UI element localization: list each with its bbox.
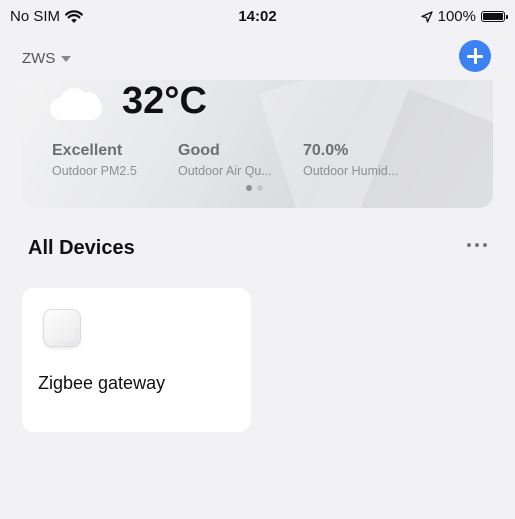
battery-percent: 100% [437,8,476,25]
page-indicator[interactable] [246,185,263,191]
cloud-icon [50,88,104,120]
status-right: 100% [420,8,508,25]
status-bar: No SIM 14:02 100% [0,0,515,34]
metric-pm25: Excellent Outdoor PM2.5 [52,142,137,178]
weather-card[interactable]: 32°C Excellent Outdoor PM2.5 Good Outdoo… [22,80,493,208]
more-dot-icon [475,243,479,247]
temperature: 32°C [122,80,207,122]
add-device-button[interactable] [459,40,491,72]
metric-humidity: 70.0% Outdoor Humid... [303,142,398,178]
device-name: Zigbee gateway [38,373,166,393]
metric-value: Good [178,142,220,159]
page-dot [257,185,263,191]
metric-air-quality: Good Outdoor Air Qu... [178,142,272,178]
caret-down-icon [61,55,72,62]
metric-label: Outdoor PM2.5 [52,164,137,178]
more-dot-icon [483,243,487,247]
metric-value: Excellent [52,142,123,159]
zigbee-gateway-icon [44,310,80,346]
battery-icon [481,11,508,22]
page-dot-active [246,185,252,191]
section-title: All Devices [28,237,135,259]
more-options-button[interactable] [467,243,487,247]
home-selector[interactable]: ZWS [22,50,72,67]
metric-value: 70.0% [303,142,349,159]
home-name-label: ZWS [22,50,56,67]
metric-label: Outdoor Air Qu... [178,164,272,178]
more-dot-icon [467,243,471,247]
metric-label: Outdoor Humid... [303,164,399,178]
device-card[interactable]: Zigbee gateway [22,288,251,432]
location-arrow-icon [420,10,433,23]
home-header: ZWS [0,38,515,78]
